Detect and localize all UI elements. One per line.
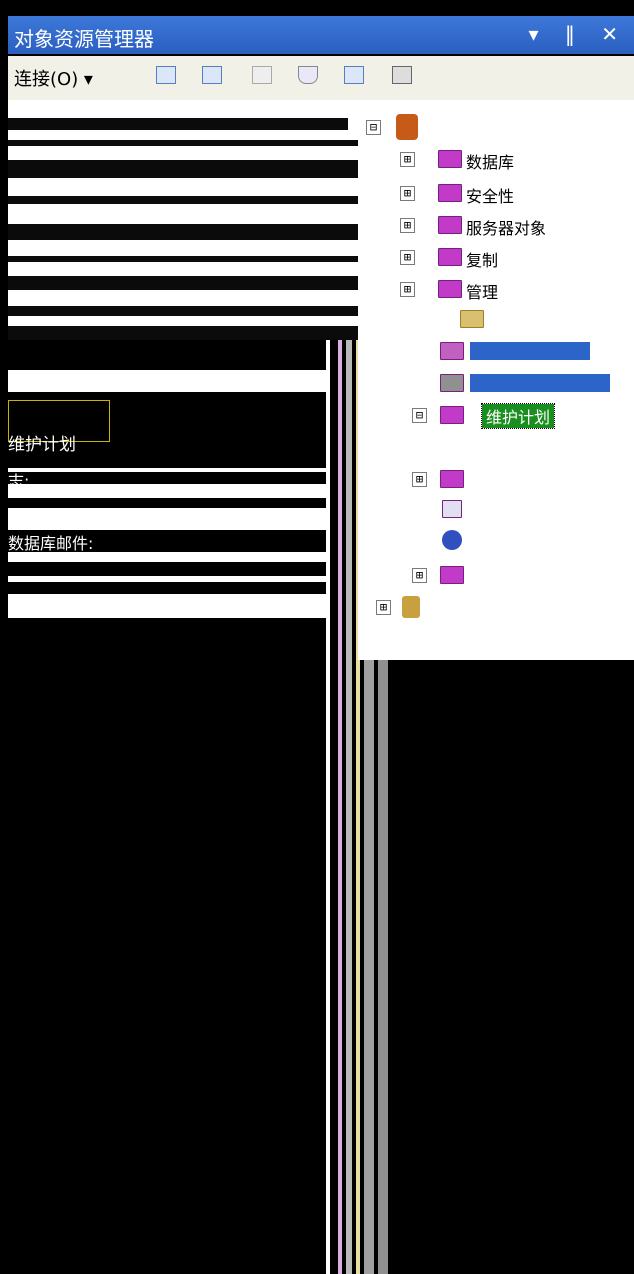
separator [8, 484, 326, 498]
expand-icon[interactable]: ⊞ [400, 250, 415, 265]
tree-item-label [470, 374, 610, 392]
filter-icon[interactable] [298, 66, 318, 84]
expand-icon[interactable]: ⊞ [412, 568, 427, 583]
tree-item-label: 数据库邮件 [522, 442, 603, 461]
collapse-icon[interactable]: ⊟ [412, 408, 427, 423]
tree-item-label: 复制 [466, 251, 499, 270]
separator [8, 276, 358, 290]
divider-stripe [338, 340, 342, 1274]
log-icon [440, 374, 464, 392]
folder-icon [440, 566, 464, 584]
separator [8, 118, 348, 130]
tree-item-label: 维护计划 [480, 403, 556, 429]
separator [8, 326, 358, 340]
expand-icon[interactable]: ⊞ [400, 186, 415, 201]
separator [8, 160, 358, 178]
activity-icon [440, 342, 464, 360]
doc-icon: ▤ [482, 438, 498, 457]
tree-item-label [470, 342, 590, 360]
tree-item-label: SQL Server 代理 [430, 600, 557, 619]
mail-icon [442, 500, 462, 518]
expand-icon[interactable]: ⊞ [400, 282, 415, 297]
agent-icon [402, 596, 420, 618]
refresh-icon[interactable] [344, 66, 364, 84]
tree-item-label: 数据库 [466, 153, 515, 172]
expand-icon[interactable]: ⊞ [400, 152, 415, 167]
left-dark-block [8, 340, 326, 370]
connect-dropdown[interactable]: 连接(O) ▾ [14, 65, 93, 91]
tree-item-label: 安全性 [466, 187, 515, 206]
dtc-icon [442, 530, 462, 550]
separator [8, 306, 358, 316]
separator [8, 468, 326, 472]
folder-icon [440, 406, 464, 424]
policy-icon [460, 310, 484, 328]
separator [8, 224, 358, 240]
divider-stripe [346, 340, 352, 1274]
summary-icon[interactable] [392, 66, 412, 84]
separator [8, 196, 358, 204]
separator [8, 552, 326, 562]
separator [8, 140, 358, 146]
separator [8, 256, 358, 262]
collapse-icon[interactable]: ⊟ [366, 120, 381, 135]
folder-icon [438, 280, 462, 298]
window-controls[interactable]: ▾ ‖ ✕ [528, 22, 628, 46]
window-title: 对象资源管理器 [14, 27, 154, 51]
folder-icon [438, 216, 462, 234]
left-top-panel [8, 100, 358, 340]
folder-icon [438, 150, 462, 168]
divider-stripe [326, 340, 330, 1274]
expand-icon[interactable]: ⊞ [400, 218, 415, 233]
tree-item-label: 数据库邮件 [484, 502, 565, 521]
tree-item-label: 服务器对象 [466, 219, 547, 238]
left-row-maintenance: 维护计划 [8, 435, 76, 455]
tree-item-label: SQL Server 日 [482, 472, 593, 491]
tree-item-label: 全文 [482, 568, 515, 587]
expand-icon[interactable]: ⊞ [412, 472, 427, 487]
separator [8, 594, 326, 618]
stop-icon[interactable] [252, 66, 272, 84]
toolbar: 连接(O) ▾ [8, 56, 634, 101]
separator [8, 508, 326, 530]
tree-subitem[interactable] [454, 306, 634, 334]
tree-item-label: 分布式事务协调 [484, 534, 597, 553]
tree-lower: ⊟ 维护计划 ▤ 数据库邮件 ⊞ SQL Server 日 数据库邮件 分布式事… [376, 340, 634, 620]
server-icon [396, 114, 418, 140]
left-white-block [8, 370, 326, 392]
object-explorer-titlebar: 对象资源管理器 ▾ ‖ ✕ [8, 16, 634, 54]
new-query-icon[interactable] [156, 66, 176, 84]
folder-icon [440, 470, 464, 488]
tree-item-label: 管理 [466, 283, 499, 302]
folder-icon [438, 248, 462, 266]
folder-icon [438, 184, 462, 202]
disconnect-icon[interactable] [202, 66, 222, 84]
expand-icon[interactable]: ⊞ [376, 600, 391, 615]
left-row-dbmail: 数据库邮件: [8, 534, 94, 553]
separator [8, 576, 326, 582]
